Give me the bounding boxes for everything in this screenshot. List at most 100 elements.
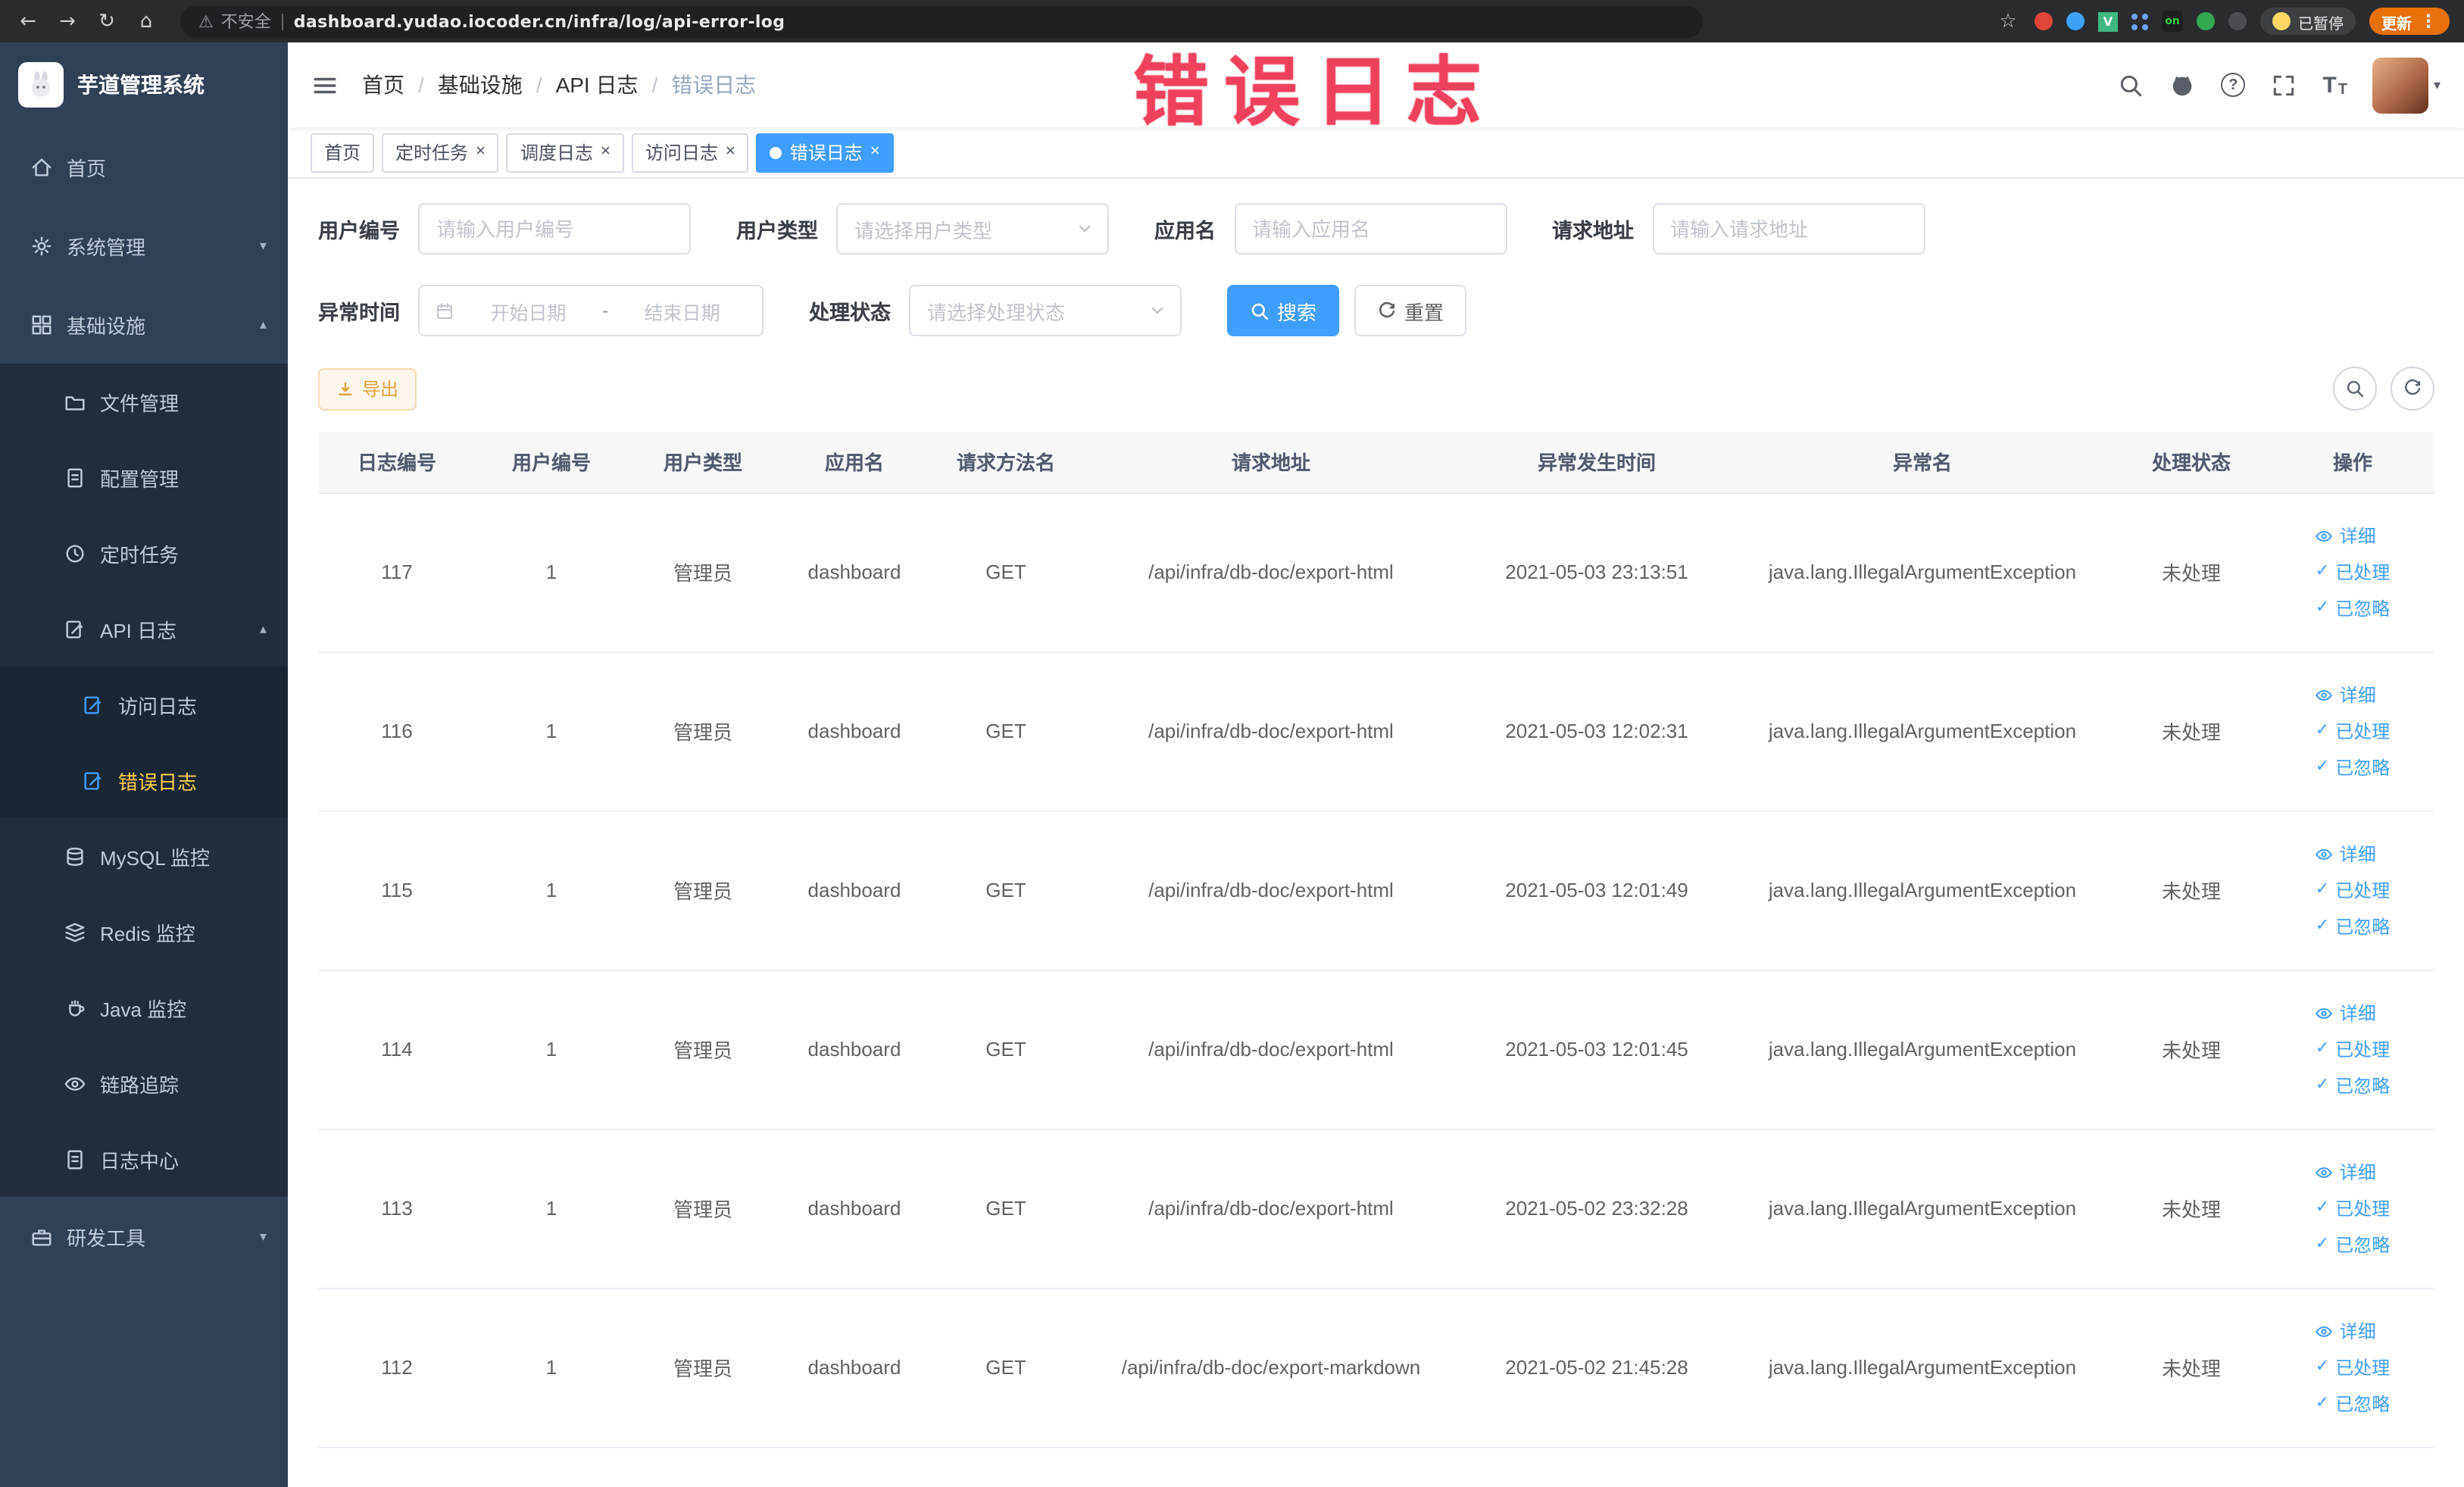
detail-link[interactable]: 详细 [2316, 682, 2376, 708]
sidebar-item-scheduled-tasks[interactable]: 定时任务 [0, 515, 288, 591]
edit-log-icon [66, 620, 83, 638]
col-header-url: 请求地址 [1082, 432, 1460, 493]
mark-ignored-link[interactable]: ✓ 已忽略 [2316, 1073, 2390, 1098]
cell-url: /api/infra/db-doc/export-html [1082, 651, 1460, 811]
sidebar-menu: 首页 系统管理 ▾ 基础设施 ▴ 文件管理 配置管理 定时任务 API 日志 ▴… [0, 127, 288, 1276]
process-status-select[interactable]: 请选择处理状态 [909, 285, 1182, 336]
eye-icon [2316, 689, 2333, 701]
mark-ignored-link[interactable]: ✓ 已忽略 [2316, 595, 2390, 621]
request-url-input[interactable] [1652, 203, 1925, 255]
user-type-select[interactable]: 请选择用户类型 [836, 203, 1109, 255]
user-avatar[interactable]: ▾ [2372, 57, 2441, 113]
tab-schedule-log[interactable]: 调度日志 × [506, 133, 624, 172]
extension-on-badge[interactable]: on [2162, 11, 2183, 32]
mark-processed-link[interactable]: ✓ 已处理 [2316, 559, 2390, 585]
tab-error-log[interactable]: 错误日志 × [756, 133, 894, 172]
eye-icon [2316, 1325, 2333, 1337]
mark-ignored-link[interactable]: ✓ 已忽略 [2316, 754, 2390, 780]
detail-link[interactable]: 详细 [2316, 1318, 2376, 1344]
sidebar-item-config-management[interactable]: 配置管理 [0, 439, 288, 515]
toggle-search-button[interactable] [2333, 367, 2377, 411]
browser-forward-icon[interactable]: → [55, 11, 80, 31]
extensions-grid-icon[interactable] [2131, 13, 2138, 19]
cell-method: GET [930, 651, 1082, 811]
sidebar-item-java-monitor[interactable]: Java 监控 [0, 970, 288, 1045]
sidebar-item-log-center[interactable]: 日志中心 [0, 1121, 288, 1197]
mark-processed-link[interactable]: ✓ 已处理 [2316, 1195, 2390, 1221]
search-icon[interactable] [2118, 72, 2144, 98]
mark-processed-link[interactable]: ✓ 已处理 [2316, 718, 2390, 744]
breadcrumb-item-api-log[interactable]: API 日志 [556, 70, 639, 100]
cell-method: GET [930, 811, 1082, 970]
browser-back-icon[interactable]: ← [15, 11, 41, 31]
extension-icon-blue[interactable] [2066, 12, 2085, 30]
close-icon[interactable]: × [870, 143, 880, 161]
hamburger-menu-icon[interactable] [312, 72, 338, 98]
mark-ignored-link[interactable]: ✓ 已忽略 [2316, 1232, 2390, 1257]
mark-processed-link[interactable]: ✓ 已处理 [2316, 1354, 2390, 1380]
sidebar-item-trace[interactable]: 链路追踪 [0, 1045, 288, 1121]
browser-home-icon[interactable]: ⌂ [133, 11, 159, 31]
sidebar-item-redis-monitor[interactable]: Redis 监控 [0, 894, 288, 970]
sidebar-item-access-log[interactable]: 访问日志 [0, 667, 288, 742]
date-range-picker[interactable]: 开始日期 - 结束日期 [418, 285, 764, 336]
export-button[interactable]: 导出 [318, 367, 417, 410]
breadcrumb-item-infrastructure[interactable]: 基础设施 [438, 70, 523, 100]
tab-access-log[interactable]: 访问日志 × [631, 133, 749, 172]
detail-link[interactable]: 详细 [2316, 523, 2376, 548]
profile-paused-chip[interactable]: 已暂停 [2260, 8, 2356, 35]
extension-pin-icon[interactable] [2228, 12, 2247, 30]
breadcrumb-item-home[interactable]: 首页 [362, 70, 404, 100]
user-id-input[interactable] [418, 203, 691, 255]
mark-ignored-link[interactable]: ✓ 已忽略 [2316, 914, 2390, 939]
detail-link[interactable]: 详细 [2316, 1000, 2376, 1026]
bookmark-star-icon[interactable]: ☆ [1995, 11, 2021, 31]
detail-link[interactable]: 详细 [2316, 1159, 2376, 1185]
close-icon[interactable]: × [476, 143, 486, 161]
mark-processed-link[interactable]: ✓ 已处理 [2316, 877, 2390, 903]
cell-user-id: 1 [476, 970, 627, 1129]
detail-link[interactable]: 详细 [2316, 841, 2376, 867]
refresh-table-button[interactable] [2391, 367, 2434, 411]
tab-scheduled-tasks[interactable]: 定时任务 × [382, 133, 499, 172]
mark-processed-link[interactable]: ✓ 已处理 [2316, 1036, 2390, 1062]
github-icon[interactable] [2169, 72, 2195, 98]
reset-button[interactable]: 重置 [1354, 285, 1467, 336]
cell-log-id: 113 [318, 1129, 476, 1289]
app-name-input[interactable] [1234, 203, 1507, 255]
sidebar-item-label: 定时任务 [100, 543, 180, 566]
extension-icon-leaf[interactable] [2197, 12, 2215, 30]
sidebar-item-api-log[interactable]: API 日志 ▴ [0, 591, 288, 667]
search-button[interactable]: 搜索 [1227, 285, 1340, 336]
app-logo[interactable]: 芋道管理系统 [0, 42, 288, 127]
select-placeholder: 请选择处理状态 [927, 301, 1066, 323]
close-icon[interactable]: × [601, 143, 611, 161]
sidebar-item-mysql-monitor[interactable]: MySQL 监控 [0, 818, 288, 894]
col-header-exception: 异常名 [1733, 432, 2112, 493]
sidebar-item-home[interactable]: 首页 [0, 127, 288, 206]
chrome-update-chip[interactable]: 更新 ⋮ [2369, 8, 2450, 35]
check-icon: ✓ [2315, 598, 2330, 617]
chevron-down-icon: ▾ [259, 1228, 267, 1243]
cell-log-id: 114 [318, 970, 476, 1129]
sidebar-item-system-management[interactable]: 系统管理 ▾ [0, 206, 288, 285]
extension-icon-red[interactable] [2035, 12, 2053, 30]
tab-home[interactable]: 首页 [311, 133, 375, 172]
browser-reload-icon[interactable]: ↻ [94, 11, 120, 31]
mark-ignored-link[interactable]: ✓ 已忽略 [2316, 1391, 2390, 1417]
cell-actions: 详细 ✓ 已处理 ✓ 已忽略 [2271, 651, 2434, 811]
sidebar-item-infrastructure[interactable]: 基础设施 ▴ [0, 285, 288, 364]
sidebar-item-dev-tools[interactable]: 研发工具 ▾ [0, 1197, 288, 1276]
help-icon[interactable]: ? [2221, 73, 2246, 97]
sidebar-item-label: 研发工具 [67, 1226, 146, 1249]
security-label: 不安全 [220, 12, 271, 32]
font-size-icon[interactable]: TT [2322, 72, 2347, 98]
fullscreen-icon[interactable] [2271, 72, 2297, 98]
security-warning[interactable]: ⚠ 不安全 [198, 9, 271, 33]
sidebar-item-error-log[interactable]: 错误日志 [0, 742, 288, 818]
cell-actions: 详细 ✓ 已处理 ✓ 已忽略 [2271, 492, 2434, 652]
close-icon[interactable]: × [726, 143, 735, 161]
cell-user-type: 管理员 [627, 811, 779, 970]
vue-devtools-icon[interactable]: V [2098, 11, 2118, 31]
sidebar-item-file-management[interactable]: 文件管理 [0, 364, 288, 439]
